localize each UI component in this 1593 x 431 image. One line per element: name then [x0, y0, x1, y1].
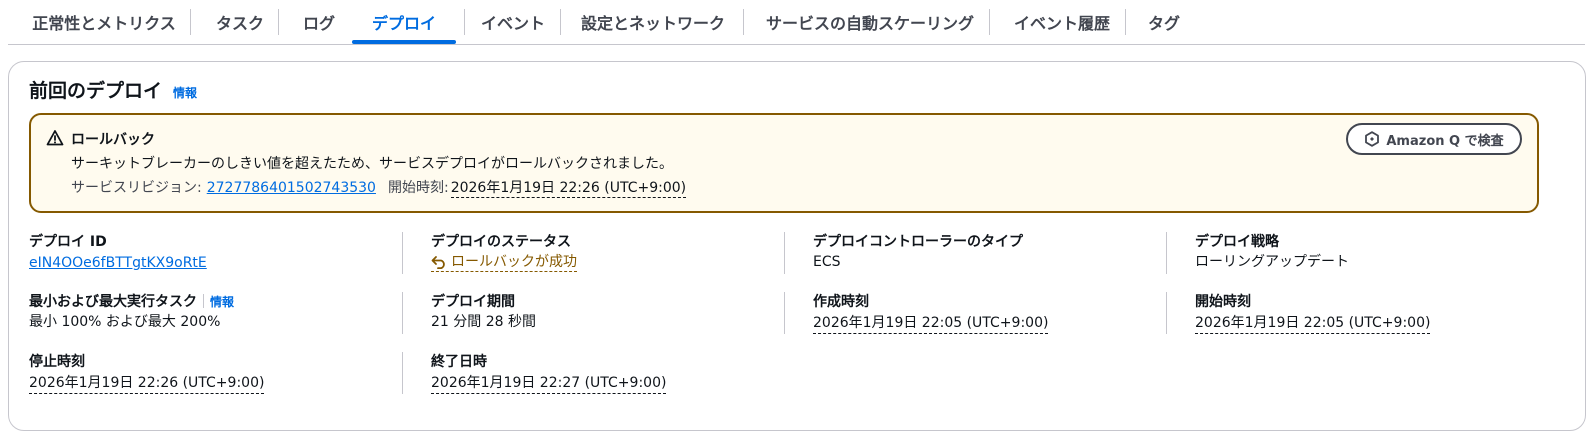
deploy-strategy-field: デプロイ戦略 ローリングアップデート: [1195, 232, 1349, 272]
started-at-value[interactable]: 2026年1月19日 22:05 (UTC+9:00): [1195, 314, 1431, 334]
column-divider: [784, 292, 785, 334]
tab-label: イベント: [480, 14, 545, 33]
deploy-strategy-label: デプロイ戦略: [1195, 234, 1279, 250]
deploy-duration-field: デプロイ期間 21 分間 28 秒間: [431, 292, 536, 332]
tab-events[interactable]: イベント: [468, 0, 558, 44]
tab-divider: [743, 9, 744, 35]
tab-divider: [1125, 9, 1126, 35]
tab-label: 正常性とメトリクス: [32, 14, 176, 33]
tab-divider: [190, 9, 191, 35]
deploy-status-field: デプロイのステータス ロールバックが成功: [431, 232, 577, 273]
column-divider: [1166, 232, 1167, 274]
tab-tasks[interactable]: タスク: [200, 0, 280, 44]
tab-divider: [278, 9, 279, 35]
tab-divider: [560, 9, 561, 35]
controller-type-label: デプロイコントローラーのタイプ: [813, 234, 1023, 250]
amazon-q-inspect-button[interactable]: Amazon Q で検査: [1346, 123, 1522, 155]
deploy-id-field: デプロイ ID eIN4OOe6fBTTgtKX9oRtE: [29, 232, 207, 273]
label-divider: [203, 294, 204, 308]
started-at-label: 開始時刻: [1195, 294, 1251, 310]
column-divider: [1166, 292, 1167, 334]
tab-label: タグ: [1147, 14, 1180, 33]
deploy-duration-value: 21 分間 28 秒間: [431, 314, 536, 330]
revision-label: サービスリビジョン:: [71, 180, 202, 196]
ended-at-value[interactable]: 2026年1月19日 22:27 (UTC+9:00): [431, 374, 667, 394]
min-max-tasks-value: 最小 100% および最大 200%: [29, 314, 221, 330]
column-divider: [402, 352, 403, 394]
deploy-status-value[interactable]: ロールバックが成功: [431, 252, 577, 272]
min-max-tasks-info-link[interactable]: 情報: [210, 295, 234, 309]
tab-service-autoscaling[interactable]: サービスの自動スケーリング: [754, 0, 986, 44]
tab-label: デプロイ: [371, 14, 436, 33]
stopped-at-label: 停止時刻: [29, 354, 85, 370]
amazon-q-icon: [1365, 131, 1380, 147]
warning-icon: [46, 130, 64, 146]
deploy-id-label: デプロイ ID: [29, 234, 107, 250]
tab-deployments[interactable]: デプロイ: [352, 0, 456, 44]
tab-divider: [989, 9, 990, 35]
tab-tags[interactable]: タグ: [1136, 0, 1192, 44]
created-at-value[interactable]: 2026年1月19日 22:05 (UTC+9:00): [813, 314, 1049, 334]
column-divider: [402, 232, 403, 274]
tab-label: イベント履歴: [1013, 14, 1110, 33]
controller-type-value: ECS: [813, 254, 841, 270]
ended-at-field: 終了日時 2026年1月19日 22:27 (UTC+9:00): [431, 352, 667, 394]
deploy-status-label: デプロイのステータス: [431, 234, 571, 250]
created-at-label: 作成時刻: [813, 294, 869, 310]
column-divider: [402, 292, 403, 334]
tab-label: 設定とネットワーク: [580, 14, 725, 33]
created-at-field: 作成時刻 2026年1月19日 22:05 (UTC+9:00): [813, 292, 1049, 334]
deploy-strategy-value: ローリングアップデート: [1195, 254, 1349, 270]
min-max-tasks-field: 最小および最大実行タスク 情報 最小 100% および最大 200%: [29, 292, 234, 332]
tab-label: ログ: [302, 14, 335, 33]
alert-title: ロールバック: [71, 132, 155, 148]
tab-label: サービスの自動スケーリング: [765, 14, 974, 33]
stopped-at-field: 停止時刻 2026年1月19日 22:26 (UTC+9:00): [29, 352, 265, 394]
start-time-value[interactable]: 2026年1月19日 22:26 (UTC+9:00): [450, 177, 687, 198]
last-deployment-panel: 前回のデプロイ 情報 ロールバック サーキットブレーカーのしきい値を超えたため、…: [8, 61, 1586, 431]
column-divider: [784, 232, 785, 274]
amazon-q-button-label: Amazon Q で検査: [1386, 133, 1504, 149]
min-max-tasks-label-row: 最小および最大実行タスク 情報: [29, 292, 234, 312]
tab-bar: 正常性とメトリクス タスク ログ デプロイ イベント 設定とネットワーク サービ…: [8, 0, 1585, 45]
revision-link[interactable]: 2727786401502743530: [207, 180, 376, 196]
alert-message: サーキットブレーカーのしきい値を超えたため、サービスデプロイがロールバックされま…: [71, 156, 673, 172]
controller-type-field: デプロイコントローラーのタイプ ECS: [813, 232, 1023, 272]
tab-label: タスク: [215, 14, 264, 33]
deploy-status-text: ロールバックが成功: [451, 253, 577, 270]
tab-logs[interactable]: ログ: [288, 0, 350, 44]
section-title: 前回のデプロイ: [29, 80, 163, 102]
min-max-tasks-label: 最小および最大実行タスク: [29, 294, 197, 310]
started-at-field: 開始時刻 2026年1月19日 22:05 (UTC+9:00): [1195, 292, 1431, 334]
tab-config-network[interactable]: 設定とネットワーク: [568, 0, 738, 44]
alert-meta: サービスリビジョン: 2727786401502743530 開始時刻: 202…: [71, 177, 687, 198]
start-time-label: 開始時刻:: [387, 180, 449, 196]
stopped-at-value[interactable]: 2026年1月19日 22:26 (UTC+9:00): [29, 374, 265, 394]
tab-divider: [464, 9, 465, 35]
undo-icon: [431, 255, 445, 269]
section-info-link[interactable]: 情報: [173, 84, 197, 101]
deploy-id-link[interactable]: eIN4OOe6fBTTgtKX9oRtE: [29, 253, 207, 273]
ended-at-label: 終了日時: [431, 354, 487, 370]
tab-health-metrics[interactable]: 正常性とメトリクス: [20, 0, 188, 44]
deploy-duration-label: デプロイ期間: [431, 294, 515, 310]
rollback-alert: ロールバック サーキットブレーカーのしきい値を超えたため、サービスデプロイがロー…: [29, 113, 1539, 213]
tab-event-history[interactable]: イベント履歴: [1000, 0, 1124, 44]
